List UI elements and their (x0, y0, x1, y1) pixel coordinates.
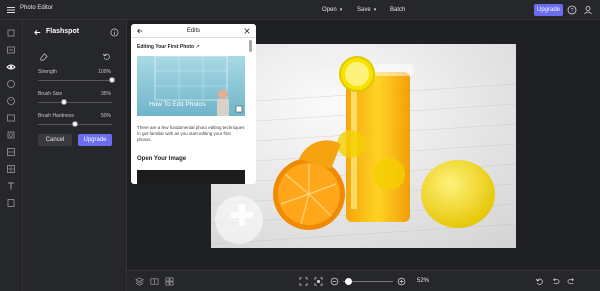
panel-upgrade-button[interactable]: Upgrade (78, 134, 112, 146)
edits-title: Edits (186, 28, 201, 34)
eye-icon[interactable] (6, 62, 16, 72)
sticker-icon[interactable] (6, 96, 16, 106)
chevron-down-icon: ▾ (373, 7, 377, 13)
adjust-icon[interactable] (6, 45, 16, 55)
library-icon[interactable] (6, 198, 16, 208)
save-label: Save (357, 7, 371, 13)
eraser-icon[interactable] (39, 52, 48, 61)
info-icon[interactable] (110, 28, 119, 37)
top-bar: Photo Editor Open ▾ Save ▾ Batch Upgrade ? (0, 0, 600, 20)
brush-size-track[interactable] (38, 99, 112, 105)
thumbnail-caption: How To Edit Photos (149, 101, 206, 108)
section-editing-first-photo[interactable]: Editing Your First Photo ↗ (137, 44, 200, 50)
undo-icon[interactable] (551, 277, 560, 286)
user-icon[interactable] (583, 5, 593, 15)
layers-icon[interactable] (135, 277, 144, 286)
grid-icon[interactable] (165, 277, 174, 286)
section-title: Editing Your First Photo (137, 44, 195, 50)
chevron-down-icon: ▾ (339, 7, 343, 13)
upgrade-button[interactable]: Upgrade (534, 4, 563, 16)
brush-size-value: 35% (100, 91, 111, 97)
cancel-button[interactable]: Cancel (38, 134, 72, 146)
graphics-icon[interactable] (6, 130, 16, 140)
edits-help-panel: Edits Editing Your First Photo ↗ How To … (131, 24, 256, 184)
strength-label: Strength (38, 69, 57, 75)
reset-icon[interactable] (102, 52, 111, 61)
open-label: Open (322, 7, 337, 13)
svg-text:?: ? (571, 8, 574, 14)
orange-juice-photo (211, 44, 516, 248)
effects-icon[interactable] (6, 79, 16, 89)
fit-screen-icon[interactable] (299, 277, 308, 286)
compare-icon[interactable] (150, 277, 159, 286)
video-thumbnail[interactable]: How To Edit Photos (137, 56, 245, 116)
save-button[interactable]: Save ▾ (353, 4, 380, 16)
edits-header: Edits (131, 24, 256, 38)
layers-icon[interactable] (6, 147, 16, 157)
brush-hardness-thumb[interactable] (72, 121, 78, 127)
intro-paragraph: There are a few fundamental photo editin… (137, 125, 245, 142)
bottom-bar: 52% (127, 270, 600, 291)
scrollbar[interactable] (249, 40, 252, 52)
zoom-percentage: 52% (417, 278, 430, 284)
brush-hardness-track[interactable] (38, 121, 112, 127)
section-open-image[interactable]: Open Your Image (137, 156, 186, 162)
zoom-in-icon[interactable] (397, 277, 406, 286)
actual-size-icon[interactable] (314, 277, 323, 286)
frame-icon[interactable] (6, 113, 16, 123)
external-link-icon: ↗ (195, 44, 200, 50)
tool-rail (0, 20, 23, 291)
flashspot-panel: Flashspot Strength 100% Brush Size 35% B… (23, 20, 127, 291)
back-arrow-icon[interactable] (33, 28, 42, 37)
brush-size-label: Brush Size (38, 91, 63, 97)
help-icon[interactable]: ? (567, 5, 577, 15)
open-button[interactable]: Open ▾ (318, 4, 346, 16)
texture-icon[interactable] (6, 164, 16, 174)
zoom-slider-thumb[interactable] (345, 278, 352, 285)
brush-size-thumb[interactable] (60, 99, 67, 105)
zoom-out-icon[interactable] (330, 277, 339, 286)
close-icon[interactable] (243, 27, 251, 35)
brush-hardness-label: Brush Hardness (38, 113, 74, 119)
redo-icon[interactable] (567, 277, 576, 286)
strength-thumb[interactable] (109, 77, 115, 83)
brush-hardness-value: 50% (100, 113, 111, 119)
panel-title: Flashspot (46, 28, 80, 35)
open-image-preview (137, 170, 245, 184)
menu-icon[interactable] (6, 5, 16, 15)
strength-track[interactable] (38, 77, 115, 83)
strength-value: 100% (98, 69, 111, 75)
photo-canvas[interactable] (211, 44, 516, 248)
crop-icon[interactable] (6, 28, 16, 38)
app-title: Photo Editor (20, 5, 54, 11)
text-icon[interactable] (6, 181, 16, 191)
batch-button[interactable]: Batch (386, 4, 409, 16)
reset-icon[interactable] (535, 277, 544, 286)
